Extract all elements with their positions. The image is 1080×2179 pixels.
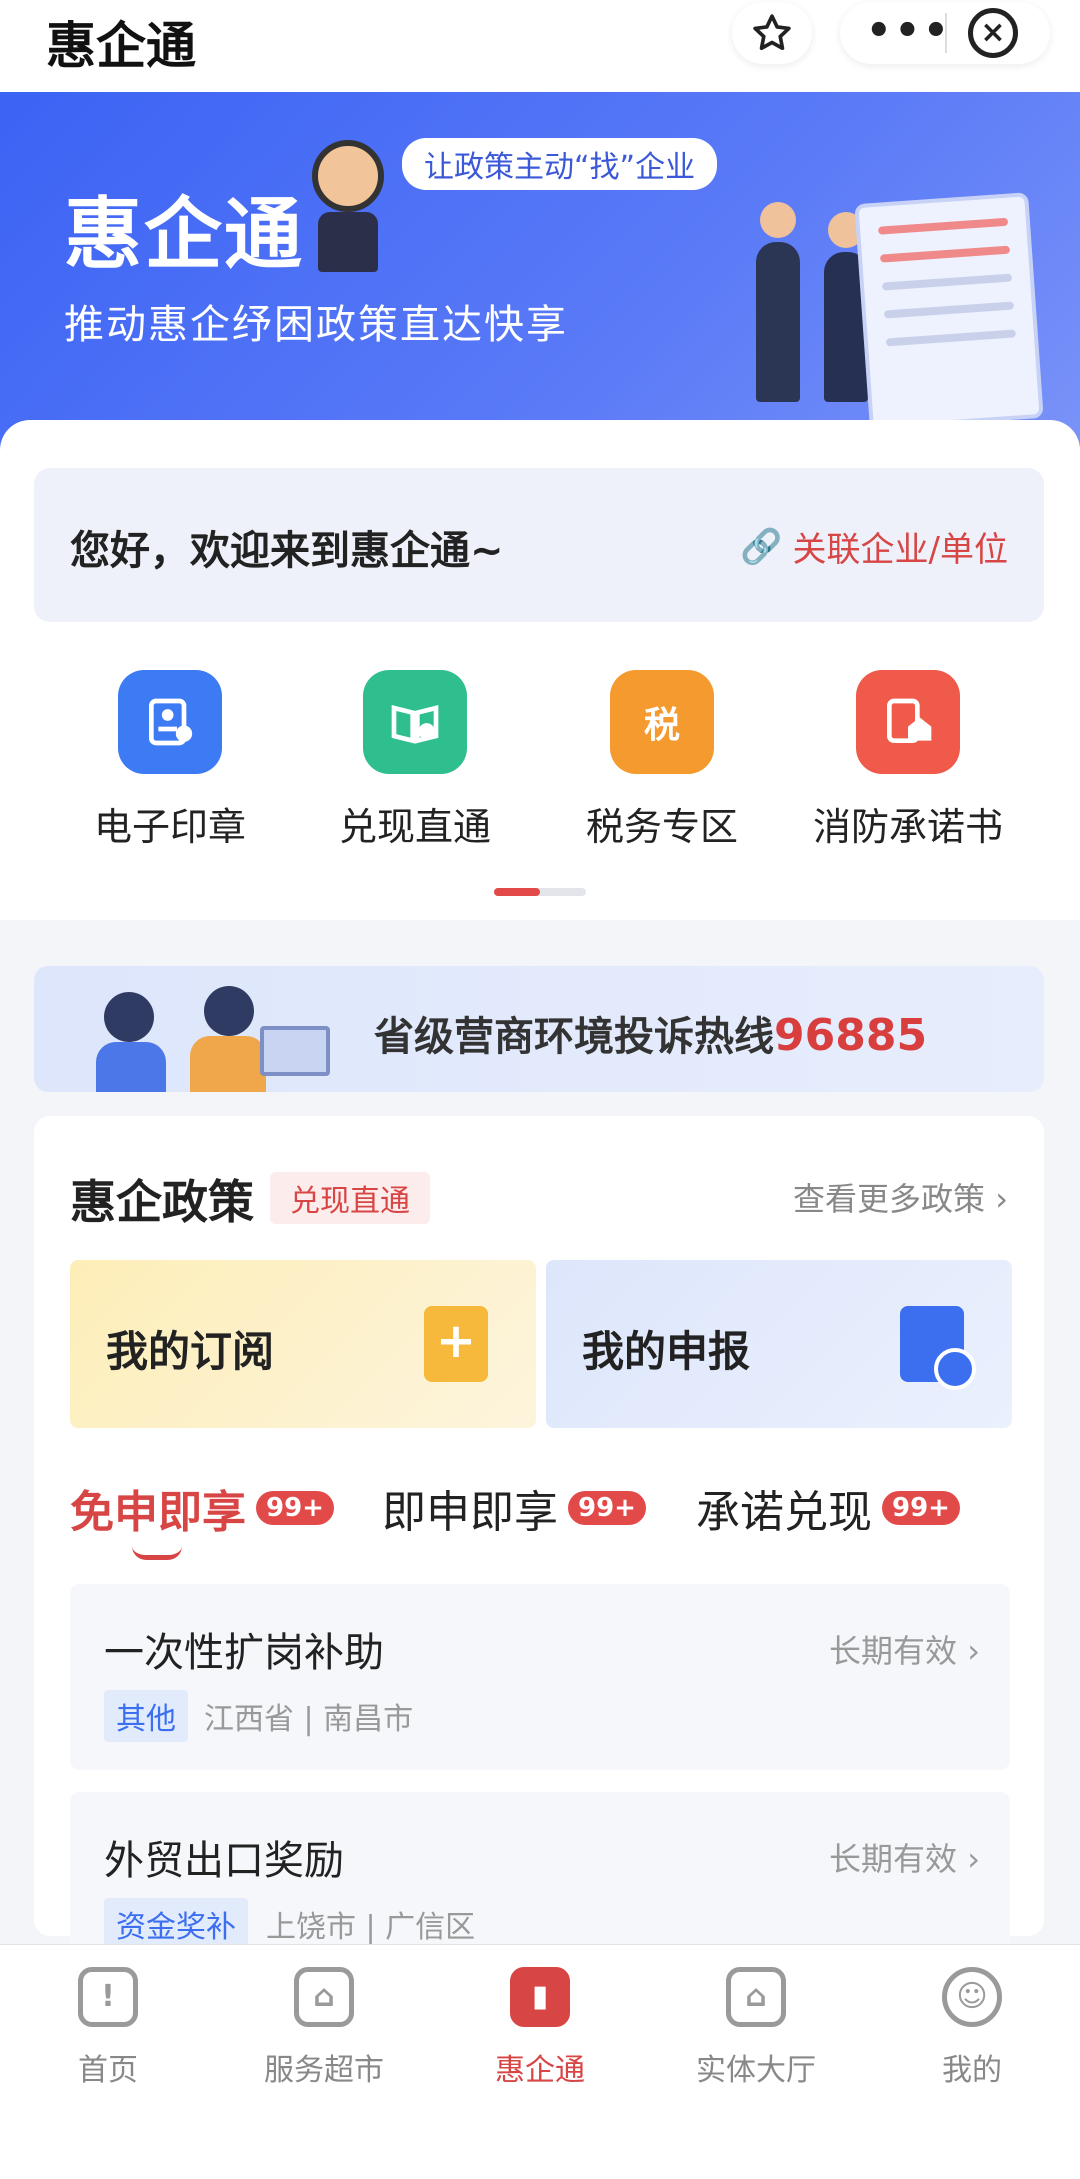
quick-action-label: 兑现直通 (338, 805, 491, 849)
quick-actions-pager (494, 888, 586, 896)
policy-section: 惠企政策 兑现直通 查看更多政策 › 我的订阅 + 我的申报 免申即享 99+ … (34, 1116, 1044, 1978)
clipboard-illustration (854, 192, 1044, 430)
agent-illustration-body (96, 1042, 166, 1092)
nav-label: 服务超市 (264, 2053, 384, 2088)
e-seal-icon (118, 670, 222, 774)
hotline-banner[interactable]: 省级营商环境投诉热线96885 (34, 966, 1044, 1092)
tab-exempt-application[interactable]: 免申即享 99+ (70, 1476, 334, 1540)
count-badge: 99+ (882, 1491, 960, 1525)
link-icon: 🔗 (740, 526, 783, 567)
hotline-label: 省级营商环境投诉热线 (374, 1014, 774, 1060)
businessman-illustration (756, 202, 800, 402)
nav-huiqitong[interactable]: ▮ 惠企通 (432, 1967, 648, 2089)
count-badge: 99+ (568, 1491, 646, 1525)
mascot-head (312, 140, 384, 212)
quick-action-cash-direct[interactable]: 兑现直通 (305, 670, 525, 851)
policy-item-title: 外贸出口奖励 (104, 1838, 344, 1884)
tax-glyph: 税 (643, 705, 680, 746)
close-circle-icon[interactable]: × (968, 8, 1018, 58)
policy-item-category: 资金奖补 (104, 1898, 248, 1950)
hero-pill: 让政策主动“找”企业 (402, 138, 718, 190)
link-enterprise-button[interactable]: 🔗 关联企业/单位 (740, 522, 1008, 571)
nav-profile[interactable]: ☺ 我的 (864, 1967, 1080, 2089)
card-label: 我的订阅 (106, 1327, 275, 1376)
profile-icon: ☺ (942, 1967, 1002, 2027)
tab-commitment-fulfillment[interactable]: 承诺兑现 99+ (696, 1476, 960, 1540)
welcome-card: 您好，欢迎来到惠企通~ 🔗 关联企业/单位 (34, 468, 1044, 622)
document-clock-icon (900, 1306, 976, 1390)
policy-item-location: 上饶市 | 广信区 (266, 1910, 476, 1945)
policy-tag: 兑现直通 (270, 1172, 430, 1224)
tab-label: 承诺兑现 (696, 1487, 872, 1538)
policy-item-location: 江西省 | 南昌市 (204, 1702, 414, 1737)
agent-illustration-body (190, 1036, 266, 1092)
monitor-illustration (260, 1026, 330, 1076)
more-dots-icon[interactable]: ••• (866, 8, 952, 54)
cash-direct-icon (363, 670, 467, 774)
quick-action-tax[interactable]: 税 税务专区 (552, 670, 772, 851)
tab-label: 免申即享 (70, 1487, 246, 1538)
hero-slogan: 推动惠企纾困政策直达快享 (64, 302, 568, 348)
agent-illustration (204, 986, 254, 1036)
policy-title: 惠企政策 (70, 1175, 254, 1229)
bookmark-plus-icon: + (424, 1306, 488, 1382)
capsule-divider (945, 13, 947, 53)
hotline-number: 96885 (774, 1010, 928, 1061)
store-icon: ⌂ (294, 1967, 354, 2027)
card-label: 我的申报 (582, 1327, 751, 1376)
quick-action-e-seal[interactable]: 电子印章 (60, 670, 280, 851)
quick-actions: 电子印章 兑现直通 税 税务专区 消防承诺书 (0, 670, 1080, 870)
link-enterprise-label: 关联企业/单位 (792, 530, 1008, 570)
app-title: 惠企通 (46, 17, 196, 75)
my-subscriptions-card[interactable]: 我的订阅 + (70, 1260, 536, 1428)
hotline-text: 省级营商环境投诉热线96885 (374, 1004, 927, 1062)
nav-home[interactable]: ! 首页 (0, 1967, 216, 2089)
active-tab-indicator (132, 1546, 182, 1560)
policy-tabs: 免申即享 99+ 即申即享 99+ 承诺兑现 99+ (70, 1476, 1020, 1560)
nav-label: 惠企通 (495, 2053, 585, 2088)
nav-service-market[interactable]: ⌂ 服务超市 (216, 1967, 432, 2089)
quick-action-label: 税务专区 (585, 805, 738, 849)
agent-illustration (104, 992, 154, 1042)
tab-instant-application[interactable]: 即申即享 99+ (382, 1476, 646, 1540)
hall-icon: ⌂ (726, 1967, 786, 2027)
quick-action-label: 电子印章 (93, 805, 246, 849)
policy-item-title: 一次性扩岗补助 (104, 1630, 384, 1676)
policy-item-validity: 长期有效 › (829, 1840, 980, 1878)
policy-list-item[interactable]: 一次性扩岗补助 长期有效 › 其他 江西省 | 南昌市 (70, 1584, 1010, 1770)
quick-action-fire-pledge[interactable]: 消防承诺书 (798, 670, 1018, 851)
nav-service-hall[interactable]: ⌂ 实体大厅 (648, 1967, 864, 2089)
policy-item-validity: 长期有效 › (829, 1632, 980, 1670)
mascot-body (318, 212, 378, 272)
quick-action-label: 消防承诺书 (812, 805, 1003, 849)
more-policies-link[interactable]: 查看更多政策 › (793, 1174, 1008, 1220)
top-app-bar: 惠企通 ••• × (0, 0, 1080, 92)
home-icon: ! (78, 1967, 138, 2027)
welcome-greeting: 您好，欢迎来到惠企通~ (70, 528, 504, 574)
capsule-menu: ••• × (840, 2, 1050, 64)
policy-item-category: 其他 (104, 1690, 188, 1742)
nav-label: 我的 (942, 2053, 1002, 2088)
hero-banner: 惠企通 让政策主动“找”企业 推动惠企纾困政策直达快享 (0, 92, 1080, 452)
count-badge: 99+ (256, 1491, 334, 1525)
hero-brand: 惠企通 (64, 190, 305, 280)
star-icon (753, 14, 791, 51)
favorite-button[interactable] (732, 2, 812, 64)
tax-shield-icon: 税 (610, 670, 714, 774)
bottom-navigation: ! 首页 ⌂ 服务超市 ▮ 惠企通 ⌂ 实体大厅 ☺ 我的 (0, 1944, 1080, 2179)
nav-label: 实体大厅 (696, 2053, 816, 2088)
my-applications-card[interactable]: 我的申报 (546, 1260, 1012, 1428)
nav-label: 首页 (78, 2053, 138, 2088)
building-icon: ▮ (510, 1967, 570, 2027)
fire-pledge-icon (856, 670, 960, 774)
tab-label: 即申即享 (382, 1487, 558, 1538)
pager-active-dot (494, 888, 540, 896)
